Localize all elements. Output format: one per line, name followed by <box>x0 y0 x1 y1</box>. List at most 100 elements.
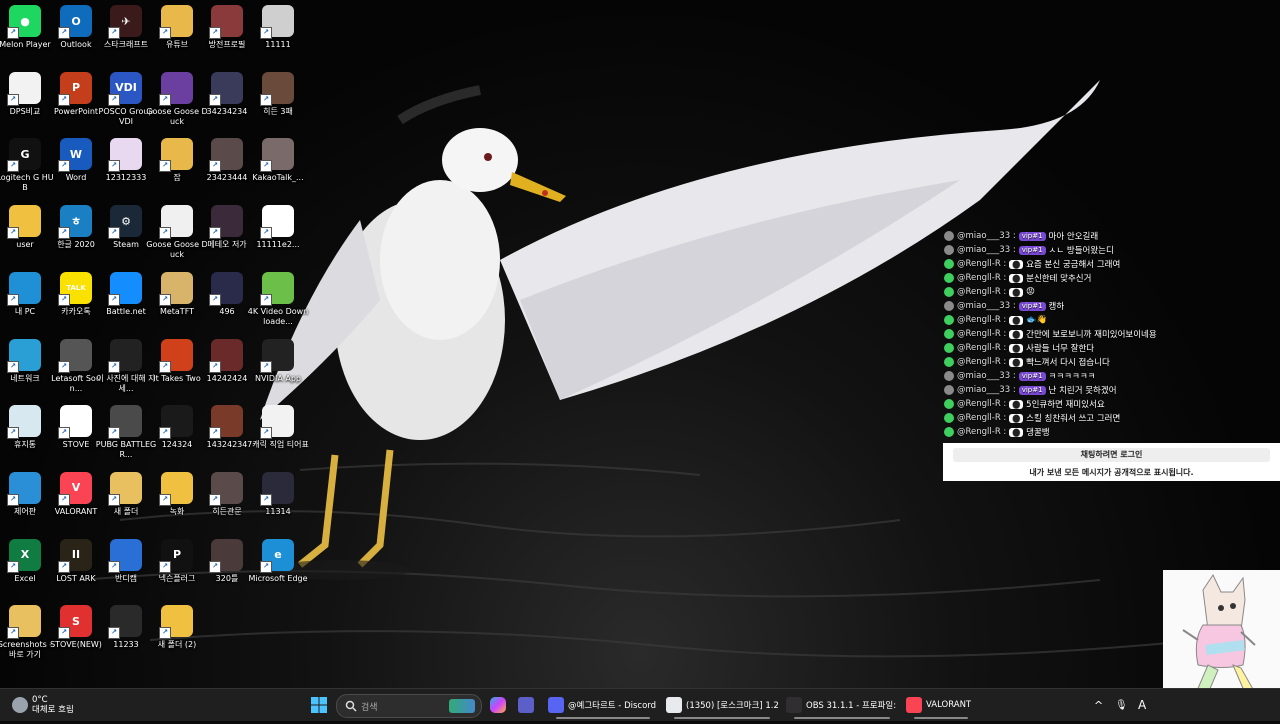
shortcut-arrow-icon: ↗ <box>260 560 272 573</box>
desktop-icon[interactable]: ↗ 7캐릭 직업 티어표 <box>247 405 309 450</box>
chat-username: @Rengll-R : <box>957 343 1007 353</box>
app-icon: S ↗ <box>58 405 92 440</box>
desktop-icon[interactable]: ↗ 11314 <box>247 471 309 517</box>
shortcut-arrow-icon: ↗ <box>108 627 120 640</box>
shortcut-arrow-icon: ↗ <box>108 493 120 506</box>
taskbar-app-button[interactable]: @예그타르트 - Discord <box>548 689 658 721</box>
chat-badge: vip#1 <box>1018 301 1046 311</box>
cloud-icon <box>12 697 28 713</box>
chat-username: @Rengll-R : <box>957 413 1007 423</box>
app-icon: ↗ <box>7 205 41 240</box>
chat-message: @miao___33 : vip#1 ㅋㅋㅋㅋㅋㅋ <box>944 369 1274 383</box>
shortcut-arrow-icon: ↗ <box>7 27 19 39</box>
app-icon-glyph: VDI <box>115 81 137 95</box>
shortcut-arrow-icon: ↗ <box>108 93 120 106</box>
ime-indicator[interactable]: A <box>1138 689 1146 721</box>
copilot-icon <box>490 697 506 713</box>
chat-text: 분신한테 맞추신거 <box>1026 274 1092 284</box>
desktop-icon[interactable]: ↗ 히든 3패 <box>247 71 309 117</box>
app-icon-glyph: ㅎ <box>70 215 82 229</box>
app-icon-glyph: O <box>71 14 81 28</box>
desktop-icon-label: 히든 3패 <box>263 106 293 116</box>
shortcut-arrow-icon: ↗ <box>7 627 19 640</box>
desktop-icon-label: 7캐릭 직업 티어표 <box>247 440 309 450</box>
taskbar-app-label: OBS 31.1.1 - 프로파일: 제 <box>806 701 898 711</box>
app-icon: ↗ <box>209 405 243 440</box>
active-indicator <box>794 717 890 719</box>
shortcut-arrow-icon: ↗ <box>159 293 171 306</box>
chat-text: 난 치린거 못하겠어 <box>1048 386 1117 396</box>
chat-message: @Rengll-R : ⬤ 5인큐하면 재미있서요 <box>944 397 1274 411</box>
app-icon: ↗ <box>58 338 92 373</box>
chat-badge: ⬤ <box>1009 357 1024 367</box>
shortcut-arrow-icon: ↗ <box>108 360 120 373</box>
taskbar-app-button[interactable]: (1350) [로스크마크] 1.24 <box>666 689 778 721</box>
shortcut-arrow-icon: ↗ <box>58 27 70 39</box>
desktop-icon[interactable]: ↗ 11111 <box>247 5 309 50</box>
weather-widget[interactable]: 0°C 대체로 흐림 <box>12 689 74 721</box>
chat-text: 5인큐하면 재미있서요 <box>1026 400 1105 410</box>
shortcut-arrow-icon: ↗ <box>260 160 272 173</box>
user-avatar-icon <box>944 371 954 381</box>
desktop-icon[interactable]: e ↗ Microsoft Edge <box>247 538 309 584</box>
app-icon: ↗ <box>209 5 243 39</box>
shortcut-arrow-icon: ↗ <box>260 27 272 39</box>
chat-username: @miao___33 : <box>957 371 1016 381</box>
desktop-icon[interactable]: ↗ 11111e2... <box>247 205 309 250</box>
chat-input-panel[interactable]: 채팅하려면 로그인 내가 보낸 모든 메시지가 공개적으로 표시됩니다. <box>943 443 1280 481</box>
desktop-icon[interactable]: ↗ NVIDIA App <box>247 338 309 384</box>
chat-username: @miao___33 : <box>957 385 1016 395</box>
shortcut-arrow-icon: ↗ <box>7 493 19 506</box>
shortcut-arrow-icon: ↗ <box>159 227 171 240</box>
app-icon-glyph: S <box>72 414 80 428</box>
shortcut-arrow-icon: ↗ <box>58 227 70 240</box>
desktop-icon[interactable]: ↗ 새 폴더 (2) <box>146 605 208 650</box>
chat-text: 마아 안오길래 <box>1048 232 1099 242</box>
desktop-icon-label: 새 폴더 (2) <box>157 640 197 650</box>
taskbar-app-button[interactable]: VALORANT <box>906 689 976 721</box>
app-icon: ↗ <box>7 271 41 306</box>
desktop-icon[interactable]: ↗ KakaoTalk_... <box>247 138 309 183</box>
chat-username: @Rengll-R : <box>957 427 1007 437</box>
shortcut-arrow-icon: ↗ <box>58 160 70 173</box>
chat-badge: ⬤ <box>1009 427 1024 437</box>
copilot-button[interactable] <box>490 689 510 721</box>
app-icon: ↗ <box>108 471 142 506</box>
tray-overflow-button[interactable]: ^ <box>1094 689 1103 721</box>
chat-text: 캥하 <box>1048 302 1065 312</box>
weather-desc: 대체로 흐림 <box>32 705 74 715</box>
app-icon-glyph: S <box>72 614 80 628</box>
shortcut-arrow-icon: ↗ <box>209 560 221 573</box>
app-icon: ↗ <box>108 405 142 440</box>
active-indicator <box>674 717 770 719</box>
shortcut-arrow-icon: ↗ <box>58 360 70 373</box>
taskbar-app-label: @예그타르트 - Discord <box>568 701 657 711</box>
desktop-icon-label: NVIDIA App <box>255 373 301 383</box>
chat-badge: vip#1 <box>1018 231 1046 241</box>
chat-badge: ⬤ <box>1009 315 1024 325</box>
app-icon: ㅎ ↗ <box>58 205 92 240</box>
desktop-icon[interactable]: ↗ 4K Video Downloade... <box>247 271 309 327</box>
microphone-icon[interactable]: 🎙 <box>1115 689 1128 721</box>
user-avatar-icon <box>944 259 954 269</box>
user-avatar-icon <box>944 329 954 339</box>
search-placeholder: 검색 <box>361 702 378 713</box>
app-icon <box>666 697 682 713</box>
taskbar-app-button[interactable]: OBS 31.1.1 - 프로파일: 제 <box>786 689 898 721</box>
app-icon-glyph: G <box>20 147 30 161</box>
taskbar-search-box[interactable]: 검색 <box>336 694 482 718</box>
chat-message: @Rengll-R : ⬤ 분신한테 맞추신거 <box>944 271 1274 285</box>
chat-text: 🐟👋 <box>1026 315 1048 325</box>
shortcut-arrow-icon: ↗ <box>260 227 272 240</box>
app-icon: ↗ <box>7 405 41 440</box>
user-avatar-icon <box>944 413 954 423</box>
chat-message: @miao___33 : vip#1 캥하 <box>944 299 1274 313</box>
shortcut-arrow-icon: ↗ <box>209 293 221 306</box>
shortcut-arrow-icon: ↗ <box>108 27 120 39</box>
chat-username: @miao___33 : <box>957 245 1016 255</box>
chat-login-prompt[interactable]: 채팅하려면 로그인 <box>953 448 1270 462</box>
start-button[interactable] <box>310 689 328 721</box>
app-icon: VDI ↗ <box>108 71 142 106</box>
user-avatar-icon <box>944 399 954 409</box>
teams-button[interactable] <box>518 689 538 721</box>
